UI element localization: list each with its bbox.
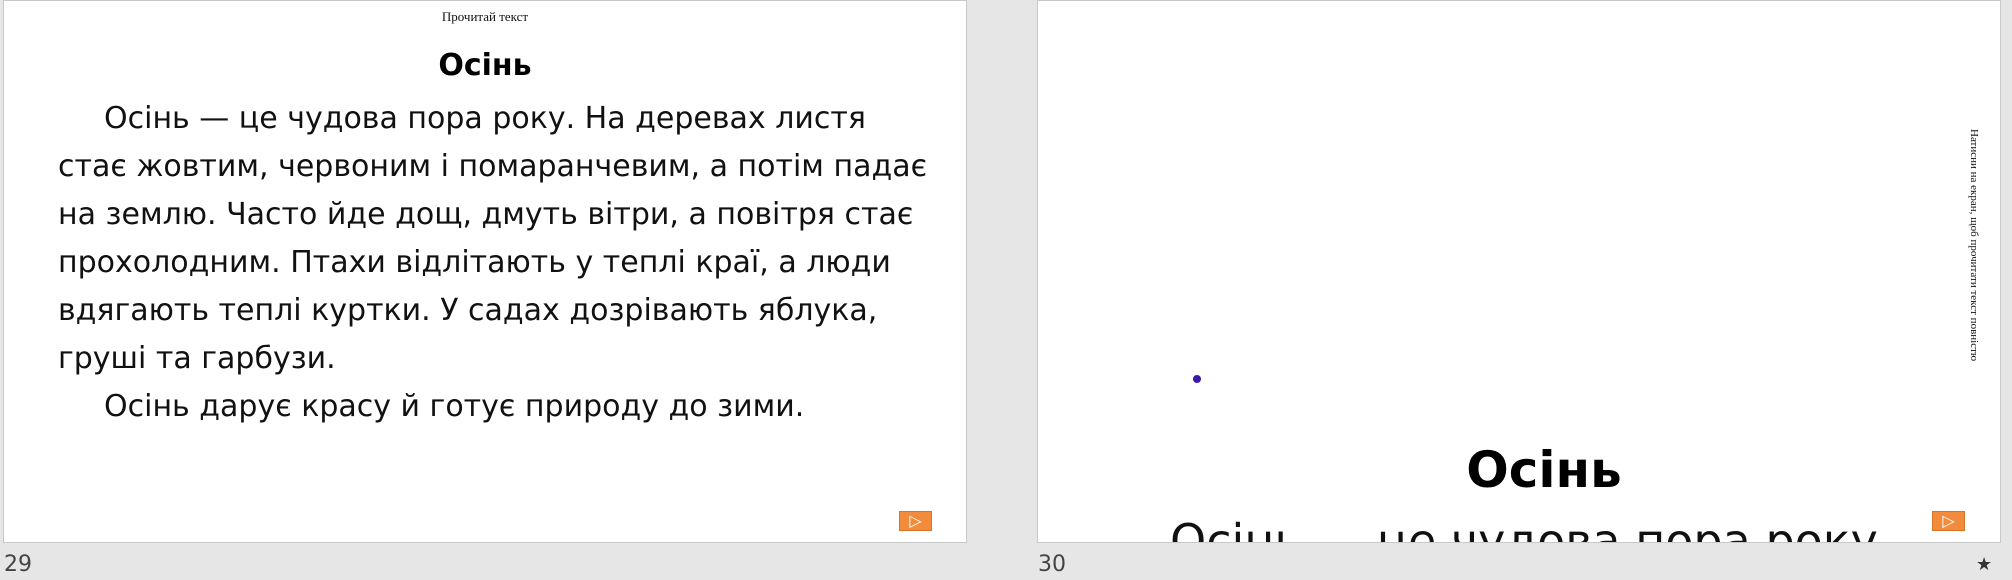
slide-title: Осінь — [438, 48, 532, 83]
paragraph-1: Осінь — це чудова пора року. На деревах … — [58, 101, 928, 376]
pointer-dot — [1193, 375, 1201, 383]
slide-caption: Прочитай текст — [441, 9, 529, 24]
slide-body-text: Осінь — це чудова пора року. На деревах … — [58, 95, 938, 431]
play-button[interactable]: ▷ — [1932, 511, 1965, 531]
slide-30-thumbnail[interactable]: Натисни на екран, щоб прочитати текст по… — [1037, 0, 2001, 543]
slide-29-thumbnail[interactable]: Прочитай текст Осінь Осінь — це чудова п… — [3, 0, 967, 543]
slide-number-30: 30 — [1038, 552, 1066, 577]
play-icon: ▷ — [909, 511, 922, 530]
slide-number-29: 29 — [4, 552, 32, 577]
star-icon[interactable]: ★ — [1976, 554, 1992, 575]
paragraph-2: Осінь дарує красу й готує природу до зим… — [104, 389, 805, 424]
vertical-instruction-text: Натисни на екран, щоб прочитати текст по… — [1968, 129, 1980, 362]
slide-title: Осінь — [1466, 441, 1622, 499]
play-icon: ▷ — [1942, 511, 1955, 530]
slide-body-fragment: Осінь — це чудова пора року. — [1170, 514, 1893, 543]
play-button[interactable]: ▷ — [899, 511, 932, 531]
